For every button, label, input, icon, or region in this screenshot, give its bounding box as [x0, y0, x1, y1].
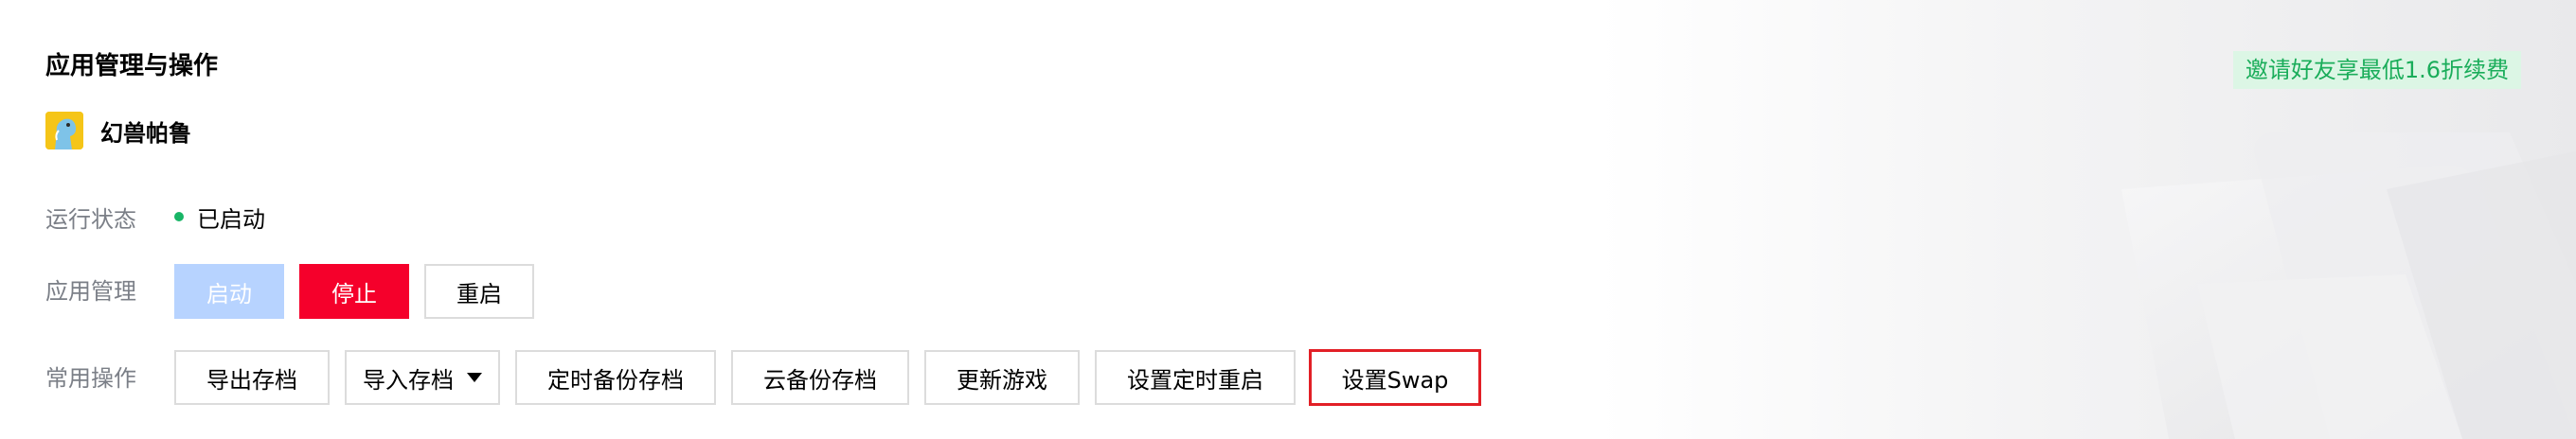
caret-down-icon: [467, 373, 482, 382]
promo-badge[interactable]: 邀请好友享最低1.6折续费: [2233, 51, 2521, 89]
export-save-button[interactable]: 导出存档: [174, 350, 330, 405]
status-value: 已启动: [197, 205, 265, 233]
app-info: 幻兽帕鲁: [45, 112, 191, 149]
app-name: 幻兽帕鲁: [100, 119, 191, 147]
status-row: 运行状态 已启动: [45, 201, 265, 233]
update-game-button[interactable]: 更新游戏: [924, 350, 1080, 405]
stop-button[interactable]: 停止: [299, 264, 409, 319]
status-dot-icon: [174, 212, 184, 221]
page-title: 应用管理与操作: [45, 52, 219, 80]
restart-button[interactable]: 重启: [424, 264, 534, 319]
app-avatar-icon: [45, 112, 83, 149]
scheduled-backup-button[interactable]: 定时备份存档: [515, 350, 716, 405]
management-label: 应用管理: [45, 278, 136, 305]
scheduled-restart-button[interactable]: 设置定时重启: [1095, 350, 1296, 405]
operations-label: 常用操作: [45, 365, 136, 392]
cloud-backup-button[interactable]: 云备份存档: [731, 350, 909, 405]
status-label: 运行状态: [45, 205, 136, 233]
import-save-dropdown[interactable]: 导入存档: [345, 350, 500, 405]
set-swap-button[interactable]: 设置Swap: [1309, 349, 1481, 406]
import-save-label: 导入存档: [363, 366, 454, 394]
start-button[interactable]: 启动: [174, 264, 284, 319]
